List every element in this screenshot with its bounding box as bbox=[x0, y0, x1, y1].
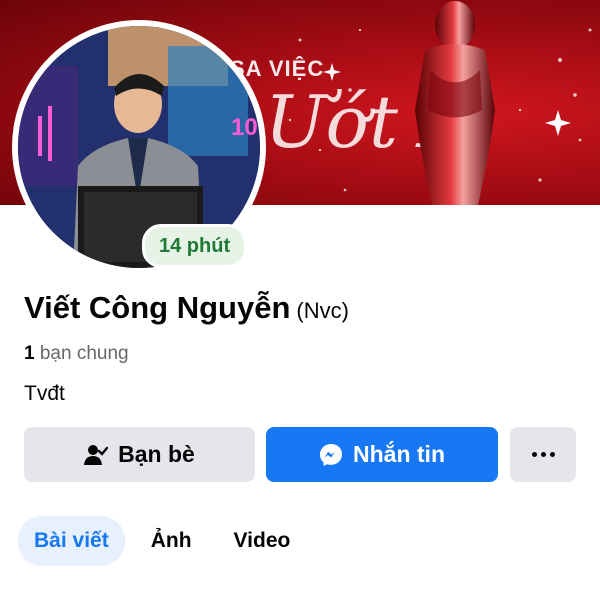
profile-bio: Tvđt bbox=[24, 382, 65, 405]
profile-nickname: (Nvc) bbox=[296, 298, 349, 323]
tab-posts[interactable]: Bài viết bbox=[18, 516, 125, 566]
friends-button-label: Bạn bè bbox=[118, 441, 195, 467]
more-dots-icon bbox=[531, 452, 555, 457]
person-check-icon bbox=[84, 444, 109, 465]
more-options-button[interactable] bbox=[510, 427, 576, 482]
friends-button[interactable]: Bạn bè bbox=[24, 427, 255, 482]
screen-number-text: 10 bbox=[231, 114, 258, 141]
profile-name: Viết Công Nguyễn bbox=[24, 290, 291, 325]
trophy-statue-image bbox=[415, 1, 495, 205]
profile-name-row: Viết Công Nguyễn (Nvc) bbox=[24, 290, 349, 326]
mutual-friends-label: bạn chung bbox=[39, 343, 129, 364]
message-button-label: Nhắn tin bbox=[353, 441, 445, 467]
profile-avatar[interactable]: 10 14 phút bbox=[12, 20, 266, 274]
messenger-icon bbox=[320, 443, 342, 466]
profile-tabs: Bài viết Ảnh Video bbox=[18, 516, 306, 566]
tab-videos[interactable]: Video bbox=[218, 516, 307, 566]
tab-photos[interactable]: Ảnh bbox=[135, 516, 208, 566]
message-button[interactable]: Nhắn tin bbox=[266, 427, 498, 482]
mutual-friends-count: 1 bbox=[24, 343, 35, 364]
mutual-friends[interactable]: 1 bạn chung bbox=[24, 343, 129, 365]
active-status-badge: 14 phút bbox=[142, 224, 248, 268]
